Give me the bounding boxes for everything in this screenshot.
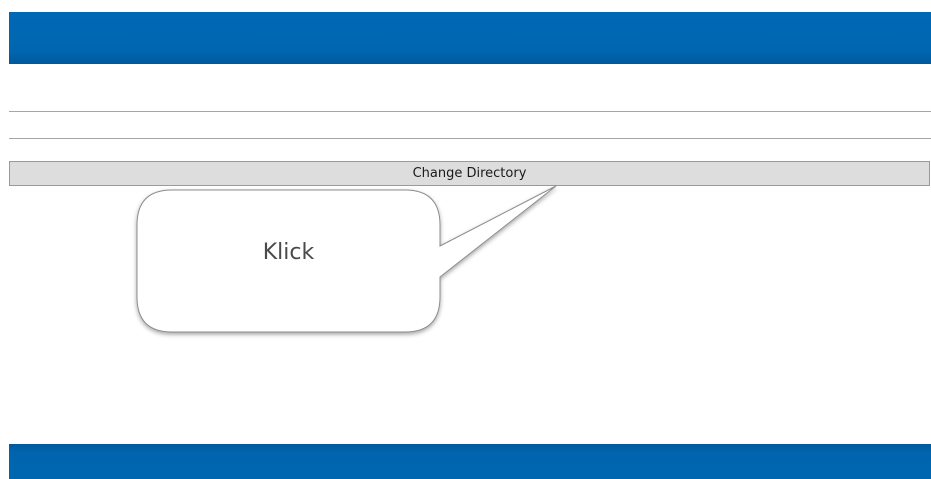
callout-text: Klick [262,240,315,265]
footer-bar [9,444,931,479]
